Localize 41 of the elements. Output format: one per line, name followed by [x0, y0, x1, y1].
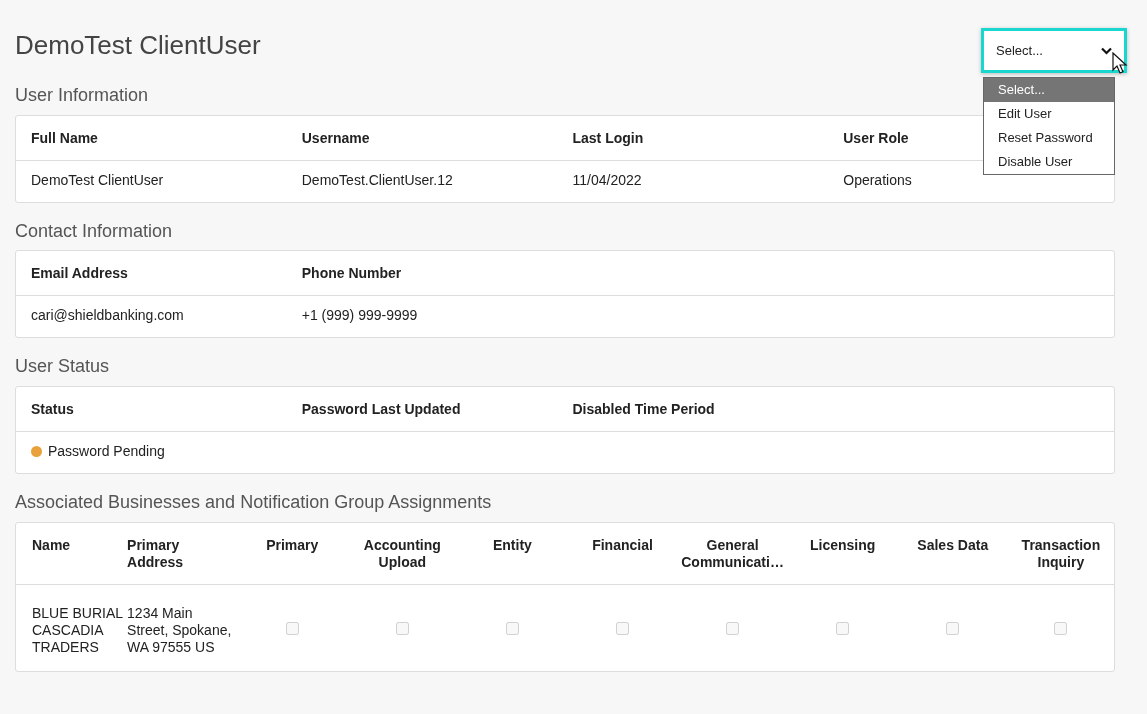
section-heading: Contact Information [15, 220, 173, 243]
column-header: Licensing [810, 536, 876, 553]
section-heading: Associated Businesses and Notification Group Assignments [15, 491, 492, 514]
chevron-down-icon [1101, 46, 1112, 55]
table-cell: DemoTest.ClientUser.12 [301, 171, 453, 188]
column-header: Primary [266, 536, 319, 553]
page-title: DemoTest ClientUser [15, 30, 261, 62]
dropdown-option[interactable]: Reset Password [984, 126, 1114, 150]
table-cell: cari@shieldbanking.com [31, 307, 184, 324]
column-header: Transaction Inquiry [1021, 536, 1101, 570]
column-header: Email Address [31, 265, 128, 282]
column-header: Phone Number [301, 265, 402, 282]
status-text: Password Pending [48, 442, 165, 459]
table-cell: Operations [843, 171, 912, 188]
column-header: Name [32, 536, 71, 553]
cursor-icon [1112, 52, 1128, 76]
dropdown-option[interactable]: Disable User [984, 150, 1114, 174]
column-header: Username [301, 129, 370, 146]
column-header: Last Login [572, 129, 644, 146]
column-header: Sales Data [917, 536, 989, 553]
column-header: User Role [843, 129, 909, 146]
actions-select[interactable]: Select... [981, 28, 1127, 73]
table-cell: 1234 Main Street, Spokane, WA 97555 US [127, 604, 232, 655]
section-heading: User Information [15, 85, 149, 107]
column-header: Full Name [31, 129, 98, 146]
table-cell: +1 (999) 999-9999 [301, 307, 418, 324]
column-header: Financial [592, 536, 653, 553]
dropdown-option[interactable]: Edit User [984, 102, 1114, 126]
column-header: Status [31, 400, 74, 417]
table-cell: DemoTest ClientUser [31, 171, 164, 188]
select-value: Select... [996, 41, 1043, 60]
column-header: Disabled Time Period [572, 400, 715, 417]
column-header: Accounting Upload [363, 536, 441, 570]
dropdown-option[interactable]: Select... [984, 78, 1114, 102]
table-cell: BLUE BURIAL CASCADIA TRADERS [32, 604, 123, 655]
column-header: Primary Address [127, 536, 184, 570]
section-heading: User Status [15, 356, 110, 378]
column-header: Password Last Updated [301, 400, 461, 417]
column-header: General Communicati… [681, 536, 784, 570]
table-cell: 11/04/2022 [572, 171, 642, 188]
column-header: Entity [492, 536, 532, 553]
